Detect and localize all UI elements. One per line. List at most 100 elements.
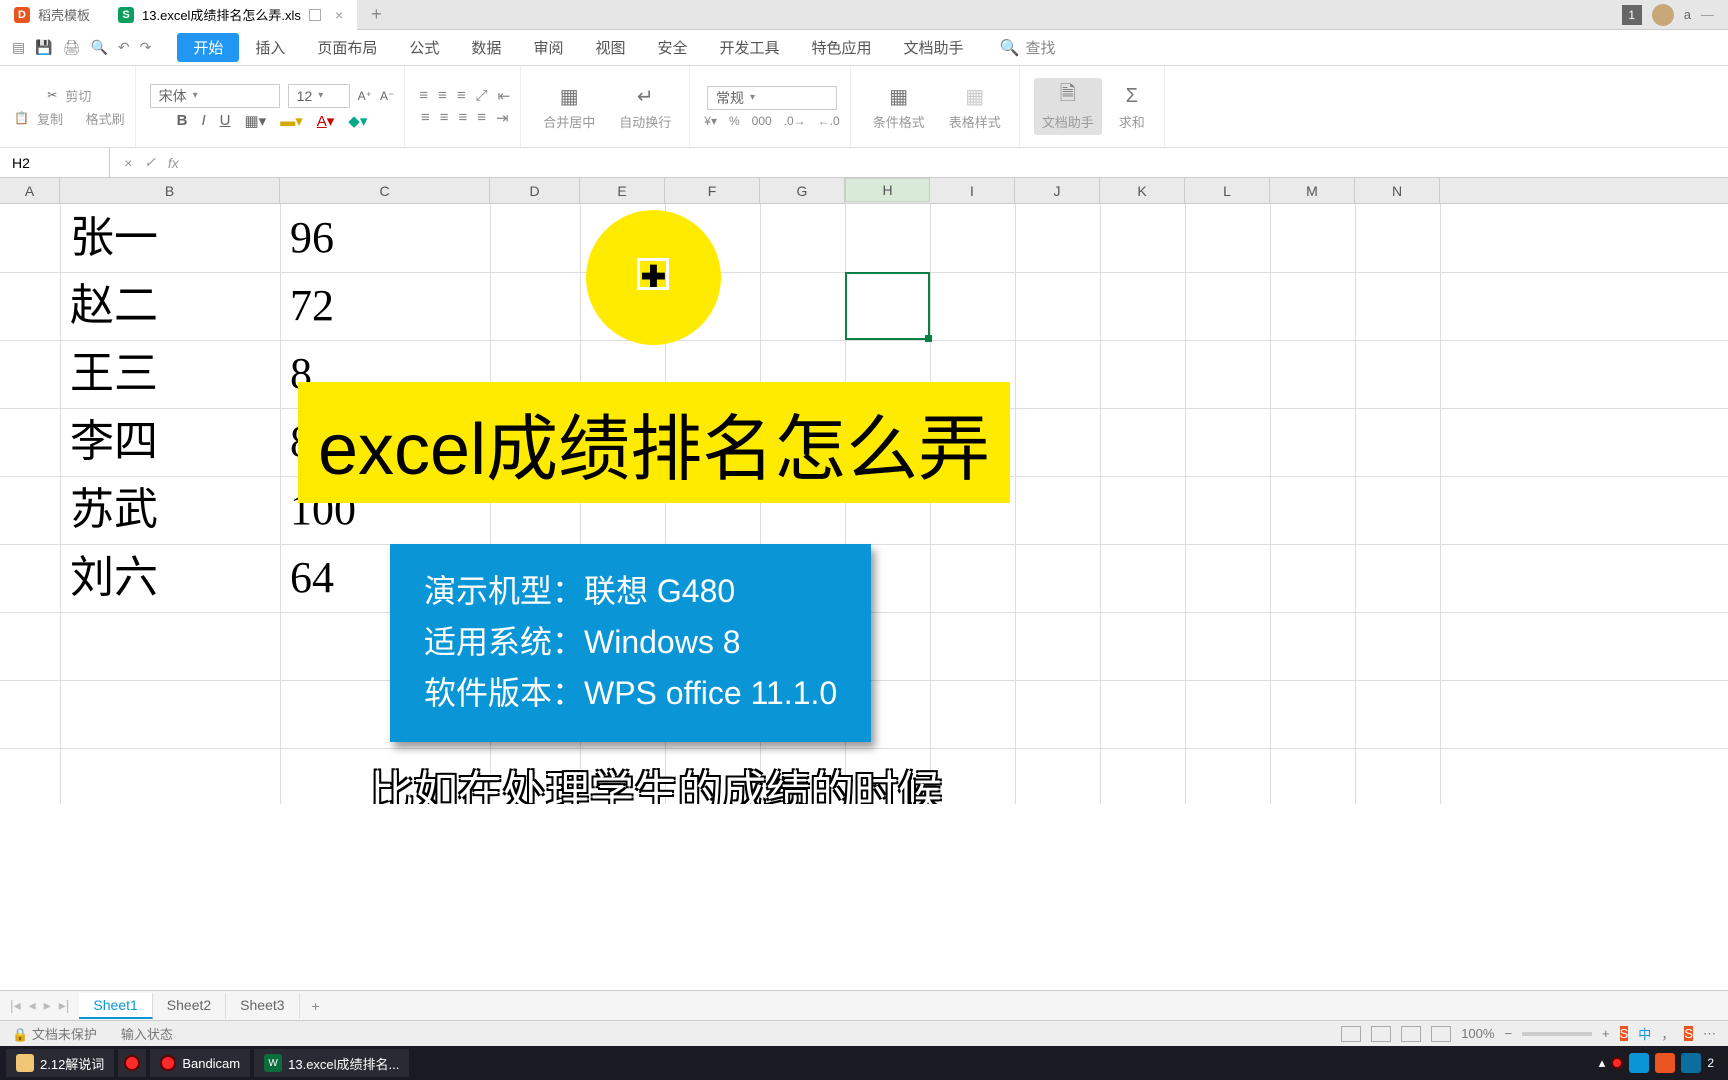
doc-helper-button[interactable]: 🗎文档助手 (1034, 78, 1102, 135)
cell[interactable]: 张一 (70, 216, 158, 260)
menu-print-icon[interactable]: 🖨 (63, 39, 81, 56)
tab-current-file[interactable]: S 13.excel成绩排名怎么弄.xls × (104, 0, 357, 30)
cell[interactable]: 64 (290, 556, 334, 600)
cell[interactable]: 苏武 (70, 488, 158, 532)
decrease-decimal-icon[interactable]: ←.0 (818, 114, 840, 128)
menu-file-icon[interactable]: ▤ (12, 39, 25, 56)
tray-up-icon[interactable]: ▴ (1599, 1055, 1606, 1071)
number-format-select[interactable]: 常规▾ (707, 86, 837, 110)
column-header[interactable]: N (1355, 178, 1440, 203)
name-box[interactable]: H2 (0, 148, 110, 177)
column-header[interactable]: M (1270, 178, 1355, 203)
percent-icon[interactable]: % (729, 114, 740, 128)
close-icon[interactable]: × (335, 7, 343, 23)
cell[interactable]: 赵二 (70, 284, 158, 328)
menu-preview-icon[interactable]: 🔍 (90, 39, 107, 56)
orientation-icon[interactable]: ⤢ (476, 87, 488, 104)
tab-template[interactable]: D 稻壳模板 (0, 0, 104, 30)
menu-item[interactable]: 公式 (393, 33, 455, 62)
column-header[interactable]: C (280, 178, 490, 203)
align-center-icon[interactable]: ≡ (440, 109, 449, 126)
sogou-s-icon[interactable]: S (1684, 1026, 1693, 1041)
cancel-formula-icon[interactable]: × (124, 155, 132, 171)
sheet-last-icon[interactable]: ▸| (59, 997, 70, 1014)
currency-icon[interactable]: ¥▾ (704, 114, 717, 128)
menu-item[interactable]: 视图 (579, 33, 641, 62)
decrease-font-icon[interactable]: A⁻ (380, 89, 394, 103)
sheet-prev-icon[interactable]: ◂ (29, 997, 36, 1014)
cell[interactable]: 王三 (70, 352, 158, 396)
tray-record-icon[interactable] (1611, 1057, 1623, 1069)
cell[interactable]: 96 (290, 216, 334, 260)
fx-icon[interactable]: fx (168, 155, 179, 171)
wrap-text-button[interactable]: ↵自动换行 (611, 82, 679, 131)
table-style-button[interactable]: ▦表格样式 (941, 82, 1009, 131)
border-button[interactable]: ▦▾ (245, 112, 267, 130)
window-minimize-icon[interactable]: — (1701, 7, 1714, 22)
cell[interactable]: 李四 (70, 420, 158, 464)
avatar[interactable] (1652, 4, 1674, 26)
underline-button[interactable]: U (220, 112, 231, 129)
notification-badge[interactable]: 1 (1622, 5, 1642, 25)
indent-right-icon[interactable]: ⇥ (496, 109, 509, 127)
increase-decimal-icon[interactable]: .0→ (784, 114, 806, 128)
view-reader-icon[interactable] (1431, 1026, 1451, 1042)
tray-app1-icon[interactable] (1629, 1053, 1649, 1073)
zoom-out-icon[interactable]: − (1504, 1026, 1512, 1041)
column-header[interactable]: K (1100, 178, 1185, 203)
spreadsheet-grid[interactable]: 张一赵二王三李四苏武刘六96728810064 ✚ excel成绩排名怎么弄 演… (0, 204, 1728, 804)
menu-item[interactable]: 页面布局 (301, 33, 393, 62)
column-header[interactable]: L (1185, 178, 1270, 203)
italic-button[interactable]: I (201, 112, 205, 129)
zoom-level[interactable]: 100% (1461, 1026, 1494, 1041)
menu-item[interactable]: 安全 (641, 33, 703, 62)
search-box[interactable]: 🔍 查找 (1000, 37, 1056, 58)
align-left-icon[interactable]: ≡ (421, 109, 430, 126)
ime-more-icon[interactable]: ⋯ (1703, 1026, 1716, 1042)
fill-color-button[interactable]: ▬▾ (280, 112, 303, 130)
zoom-slider[interactable] (1522, 1032, 1592, 1036)
menu-item[interactable]: 插入 (239, 33, 301, 62)
conditional-format-button[interactable]: ▦条件格式 (865, 82, 933, 131)
taskbar-folder[interactable]: 2.12解说词 (6, 1049, 114, 1077)
font-color-button[interactable]: A▾ (317, 112, 335, 130)
taskbar-wps[interactable]: W 13.excel成绩排名... (254, 1049, 409, 1077)
view-break-icon[interactable] (1401, 1026, 1421, 1042)
tray-more[interactable]: 2 (1707, 1056, 1714, 1070)
view-page-icon[interactable] (1371, 1026, 1391, 1042)
align-right-icon[interactable]: ≡ (459, 109, 468, 126)
font-name-select[interactable]: 宋体▾ (150, 84, 280, 108)
menu-item[interactable]: 开始 (177, 33, 239, 62)
sogou-icon[interactable]: S (1620, 1026, 1629, 1041)
comma-icon[interactable]: 000 (752, 114, 772, 128)
cell[interactable]: 刘六 (70, 556, 158, 600)
cell[interactable]: 72 (290, 284, 334, 328)
font-size-select[interactable]: 12▾ (288, 84, 350, 108)
protect-status[interactable]: 🔒 文档未保护 (12, 1024, 97, 1043)
sheet-tab[interactable]: Sheet2 (153, 993, 226, 1019)
menu-redo-icon[interactable]: ↷ (140, 39, 152, 56)
taskbar-record1[interactable] (118, 1049, 146, 1077)
copy-icon[interactable]: 📋 (14, 111, 29, 125)
autosum-button[interactable]: Σ求和 (1110, 82, 1154, 131)
tray-app3-icon[interactable] (1681, 1053, 1701, 1073)
taskbar-bandicam[interactable]: Bandicam (150, 1049, 250, 1077)
column-header[interactable]: G (760, 178, 845, 203)
cut-icon[interactable]: ✂ (47, 88, 57, 102)
tray-app2-icon[interactable] (1655, 1053, 1675, 1073)
column-header[interactable]: E (580, 178, 665, 203)
menu-save-icon[interactable]: 💾 (35, 39, 52, 56)
menu-item[interactable]: 开发工具 (703, 33, 795, 62)
indent-left-icon[interactable]: ⇤ (498, 87, 511, 105)
sheet-tab[interactable]: Sheet3 (226, 993, 299, 1019)
menu-item[interactable]: 审阅 (517, 33, 579, 62)
fill-handle[interactable] (925, 335, 932, 342)
column-header[interactable]: B (60, 178, 280, 203)
bold-button[interactable]: B (177, 112, 188, 129)
column-header[interactable]: A (0, 178, 60, 203)
ime-punct-icon[interactable]: ， (1661, 1024, 1674, 1043)
sheet-next-icon[interactable]: ▸ (44, 997, 51, 1014)
align-top-icon[interactable]: ≡ (419, 87, 428, 104)
zoom-in-icon[interactable]: + (1602, 1026, 1610, 1041)
column-header[interactable]: D (490, 178, 580, 203)
